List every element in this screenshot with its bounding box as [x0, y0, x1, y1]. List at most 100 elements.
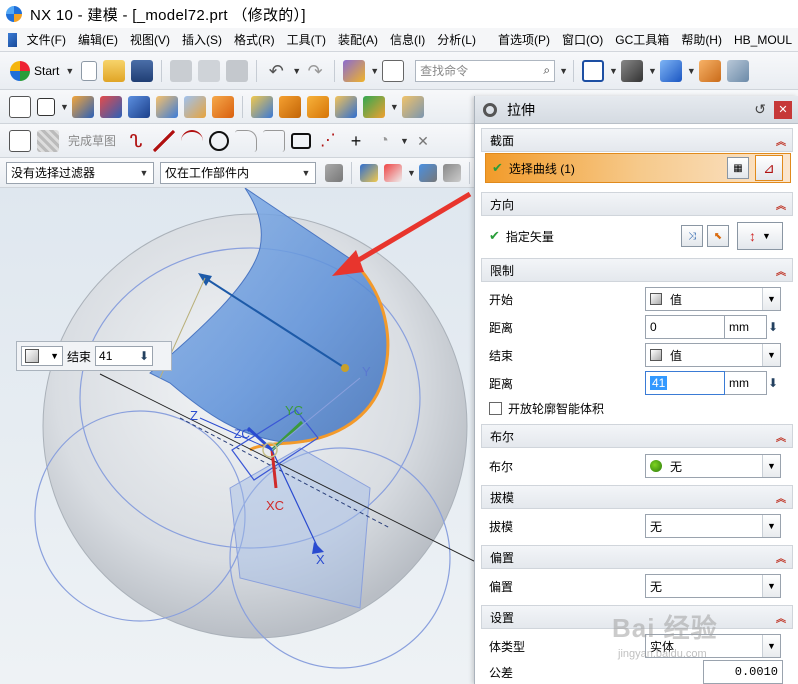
arc-icon[interactable] — [181, 129, 204, 152]
menu-help[interactable]: 帮助(H) — [675, 31, 728, 48]
chevron-down-icon[interactable]: ▼ — [390, 102, 399, 112]
array-icon[interactable] — [306, 95, 329, 118]
menu-analysis[interactable]: 分析(L) — [431, 31, 482, 48]
chevron-down-icon[interactable]: ▼ — [609, 66, 618, 76]
paste-icon[interactable] — [226, 59, 249, 82]
selection-scope-select[interactable]: 仅在工作部件内 ▼ — [160, 161, 316, 184]
vector-dialog-button[interactable]: ⬉ — [707, 225, 729, 247]
collapse-icon[interactable]: ︽ — [776, 550, 786, 565]
sketch-section-button[interactable]: ⊿ — [755, 155, 783, 181]
collapse-icon[interactable]: ︽ — [776, 133, 786, 148]
select-faces-icon[interactable] — [384, 163, 402, 182]
pad-icon[interactable] — [211, 95, 234, 118]
offset-curve-icon[interactable]: ◔ — [373, 130, 395, 152]
hole-icon[interactable] — [127, 95, 150, 118]
chevron-down-icon[interactable]: ▼ — [648, 66, 657, 76]
filter-settings-icon[interactable] — [325, 163, 343, 182]
rectangle-sketch-icon[interactable] — [37, 97, 55, 116]
shaded-cube-icon[interactable] — [659, 59, 682, 82]
arrow-down-icon[interactable]: ⬇ — [767, 374, 779, 392]
section-draft-header[interactable]: 拔模 ︽ — [481, 485, 793, 509]
layer-icon[interactable] — [726, 59, 749, 82]
drag-handle[interactable] — [341, 364, 349, 372]
type-filter-select[interactable]: 没有选择过滤器 ▼ — [6, 161, 154, 184]
fillet-icon[interactable] — [235, 129, 258, 152]
section-offset-header[interactable]: 偏置 ︽ — [481, 545, 793, 569]
point-icon[interactable]: + — [345, 130, 367, 152]
chevron-down-icon[interactable]: ▼ — [400, 136, 409, 146]
save-icon[interactable] — [131, 59, 154, 82]
collapse-icon[interactable]: ︽ — [776, 490, 786, 505]
finish-sketch-icon[interactable] — [37, 129, 59, 152]
command-search-input[interactable]: 查找命令 ⌕ — [415, 59, 556, 82]
open-profile-checkbox[interactable] — [489, 401, 502, 415]
line-icon[interactable] — [153, 129, 176, 152]
collapse-icon[interactable]: ︽ — [776, 197, 786, 212]
chevron-down-icon[interactable]: ▼ — [687, 66, 696, 76]
menu-cube-icon[interactable] — [8, 32, 17, 47]
snap-point-icon[interactable] — [360, 163, 378, 182]
start-distance-input[interactable]: 0 — [645, 315, 725, 339]
menu-file[interactable]: 文件(F) — [21, 31, 72, 48]
open-folder-icon[interactable] — [103, 59, 126, 82]
search-icon[interactable]: ⌕ — [543, 63, 550, 78]
stop-at-intersection-icon[interactable] — [442, 163, 461, 182]
combine-icon[interactable] — [334, 95, 357, 118]
redo-icon[interactable]: ↷ — [304, 60, 326, 82]
new-file-icon[interactable] — [81, 60, 98, 81]
boss-icon[interactable] — [155, 95, 178, 118]
start-unit-select[interactable]: mm — [725, 315, 767, 339]
draft-icon[interactable] — [250, 95, 273, 118]
section-limits-header[interactable]: 限制 ︽ — [481, 258, 793, 282]
menu-tools[interactable]: 工具(T) — [281, 31, 332, 48]
copy-icon[interactable] — [198, 59, 221, 82]
start-type-select[interactable]: 值 ▼ — [645, 287, 781, 311]
end-distance-input[interactable]: 41 — [645, 371, 725, 395]
chevron-down-icon[interactable]: ▼ — [370, 66, 379, 76]
menu-gc-toolbox[interactable]: GC工具箱 — [609, 31, 675, 48]
vector-type-dropdown[interactable]: ↕ ▼ — [737, 222, 783, 250]
chamfer-icon[interactable] — [263, 129, 286, 152]
menu-window[interactable]: 窗口(O) — [556, 31, 609, 48]
tolerance-input[interactable]: 0.0010 — [703, 660, 783, 684]
section-boolean-header[interactable]: 布尔 ︽ — [481, 424, 793, 448]
menu-view[interactable]: 视图(V) — [124, 31, 176, 48]
close-icon[interactable]: ✕ — [774, 100, 792, 119]
menu-hb-mould[interactable]: HB_MOUL — [728, 33, 798, 47]
section-direction-header[interactable]: 方向 ︽ — [481, 192, 793, 216]
chevron-down-icon[interactable]: ▼ — [559, 66, 568, 76]
information-icon[interactable] — [382, 59, 405, 82]
menu-insert[interactable]: 插入(S) — [176, 31, 228, 48]
graphics-viewport[interactable]: Y YC Z ZC XC X — [0, 188, 480, 684]
command-finder-icon[interactable] — [343, 59, 366, 82]
chevron-down-icon[interactable]: ▼ — [292, 66, 301, 76]
rectangle-icon[interactable] — [291, 132, 312, 149]
trim-body-icon[interactable] — [401, 95, 424, 118]
collapse-icon[interactable]: ︽ — [776, 610, 786, 625]
pocket-icon[interactable] — [183, 95, 206, 118]
extrude-icon[interactable] — [71, 95, 94, 118]
draft-select[interactable]: 无 ▼ — [645, 514, 781, 538]
circle-icon[interactable] — [209, 130, 230, 151]
revolve-icon[interactable] — [99, 95, 122, 118]
menu-assembly[interactable]: 装配(A) — [332, 31, 384, 48]
chevron-down-icon[interactable]: ▼ — [407, 168, 416, 178]
open-profile-row[interactable]: 开放轮廓智能体积 — [481, 394, 793, 422]
end-unit-select[interactable]: mm — [725, 371, 767, 395]
reset-icon[interactable]: ↺ — [754, 101, 766, 118]
chevron-down-icon[interactable]: ▼ — [60, 102, 69, 112]
section-list-button[interactable]: ▦ — [727, 157, 749, 179]
sketch-task-icon[interactable] — [9, 129, 31, 152]
end-type-dropdown[interactable]: ▼ — [21, 346, 63, 366]
model-canvas[interactable]: Y YC Z ZC XC X — [0, 188, 480, 684]
render-style-icon[interactable] — [620, 59, 643, 82]
start-button[interactable]: Start ▼ — [6, 60, 78, 81]
background-icon[interactable] — [698, 59, 721, 82]
unite-icon[interactable] — [362, 95, 385, 118]
menu-preferences[interactable]: 首选项(P) — [492, 31, 556, 48]
quick-trim-icon[interactable]: ✕ — [412, 130, 434, 152]
menu-format[interactable]: 格式(R) — [228, 31, 281, 48]
end-type-select[interactable]: 值 ▼ — [645, 343, 781, 367]
collapse-icon[interactable]: ︽ — [776, 429, 786, 444]
undo-icon[interactable]: ↶ — [265, 60, 287, 82]
